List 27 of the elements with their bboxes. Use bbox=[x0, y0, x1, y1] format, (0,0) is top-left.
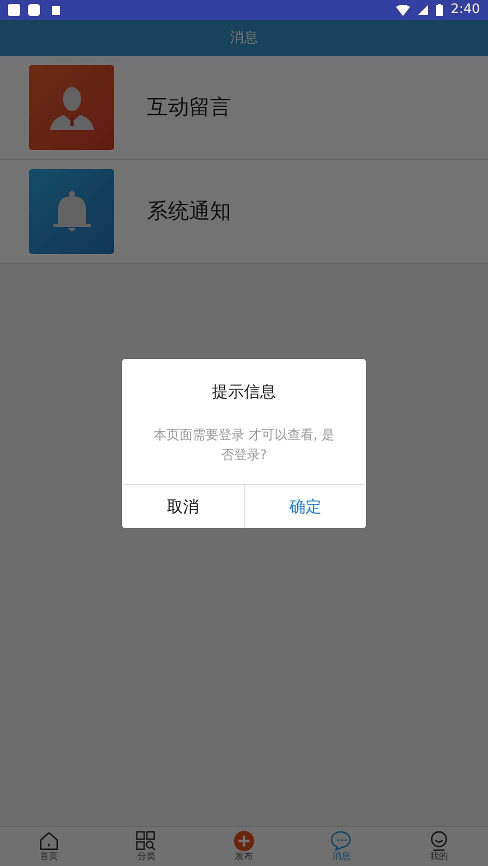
category-label: 系统通知 bbox=[147, 198, 231, 225]
tab-item[interactable]: 消息 bbox=[292, 827, 390, 866]
add-icon bbox=[232, 830, 255, 852]
notification-icon bbox=[8, 4, 20, 16]
message-category-item[interactable]: 互动留言 bbox=[0, 56, 488, 160]
person-icon bbox=[29, 65, 114, 150]
message-category-item[interactable]: 系统通知 bbox=[0, 160, 488, 264]
bell-icon bbox=[29, 169, 114, 254]
tab-item[interactable]: 分类 bbox=[98, 827, 196, 866]
tab-item[interactable]: 发布 bbox=[195, 827, 293, 866]
category-label: 互动留言 bbox=[147, 94, 231, 121]
battery-icon bbox=[436, 4, 443, 16]
tab-item[interactable]: 我的 bbox=[390, 827, 488, 866]
dialog-title: 提示信息 bbox=[211, 381, 277, 403]
dialog-message: 本页面需要登录 才可以查看, 是否登录? bbox=[152, 427, 336, 465]
wifi-icon bbox=[396, 4, 410, 16]
notification-icon bbox=[28, 4, 40, 16]
home-icon bbox=[38, 830, 60, 852]
header-title: 消息 bbox=[230, 28, 258, 48]
tab-item[interactable]: 首页 bbox=[0, 827, 98, 866]
grid-search-icon bbox=[135, 830, 158, 852]
cancel-button[interactable]: 取消 bbox=[122, 485, 244, 528]
status-time: 2:40 bbox=[450, 1, 480, 20]
notification-icon bbox=[52, 6, 60, 14]
confirm-button[interactable]: 确定 bbox=[244, 485, 366, 528]
signal-icon bbox=[418, 5, 428, 15]
chat-icon bbox=[330, 830, 353, 852]
